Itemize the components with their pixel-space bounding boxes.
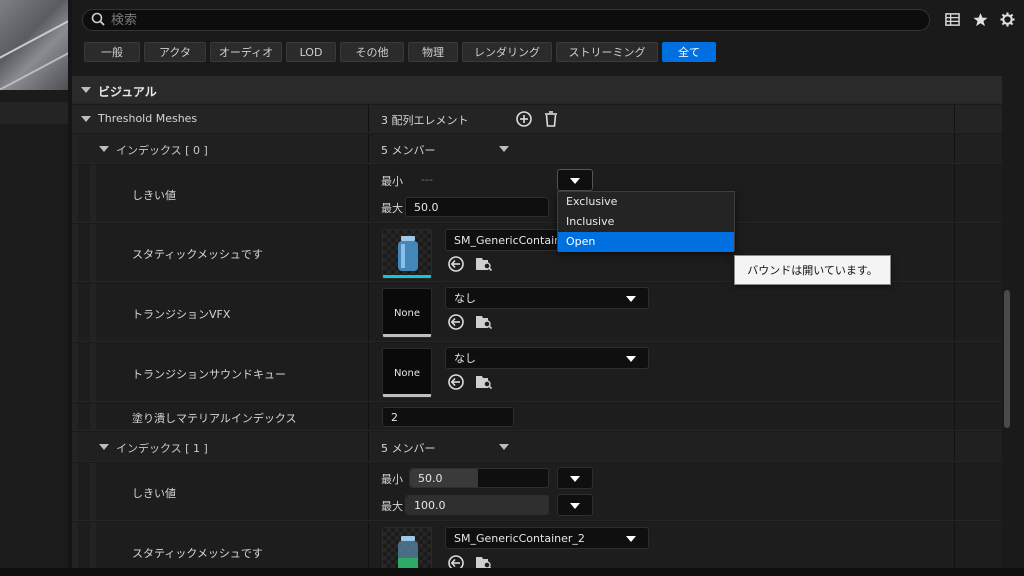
member-count: 5 メンバー xyxy=(381,144,436,157)
search-icon xyxy=(91,12,105,29)
min-value-field[interactable]: 50.0 xyxy=(409,468,549,488)
table-icon[interactable] xyxy=(943,10,961,28)
folder-search-icon[interactable] xyxy=(475,313,493,331)
property-label: しきい値 xyxy=(132,487,176,500)
search-input[interactable] xyxy=(111,12,911,28)
tooltip: バウンドは開いています。 xyxy=(734,255,891,285)
arrow-left-circle-icon[interactable] xyxy=(447,373,465,391)
sound-dropdown[interactable]: なし xyxy=(445,347,649,369)
left-panel-band xyxy=(0,102,68,124)
min-label: 最小 xyxy=(381,175,403,188)
row-fill-material-index-0: 塗り潰しマテリアルインデックス 2 xyxy=(72,403,1002,431)
expand-caret-icon[interactable] xyxy=(81,116,91,122)
menu-item-open[interactable]: Open xyxy=(558,232,734,252)
property-label: Threshold Meshes xyxy=(98,112,198,125)
static-mesh-dropdown[interactable]: SM_GenericContainer xyxy=(445,229,572,251)
filter-all[interactable]: 全て xyxy=(662,42,716,62)
details-panel: 一般 アクタ オーディオ LOD その他 物理 レンダリング ストリーミング 全… xyxy=(72,0,1024,576)
property-label: しきい値 xyxy=(132,189,176,202)
folder-search-icon[interactable] xyxy=(475,255,493,273)
menu-item-exclusive[interactable]: Exclusive xyxy=(558,192,734,212)
mesh-thumbnail[interactable] xyxy=(382,229,432,279)
row-threshold-1: しきい値 最小 50.0 最大 100.0 xyxy=(72,463,1002,521)
bound-type-menu: Exclusive Inclusive Open xyxy=(557,191,735,252)
arrow-left-circle-icon[interactable] xyxy=(447,313,465,331)
filter-actor[interactable]: アクタ xyxy=(144,42,206,62)
row-transition-sound-0: トランジションサウンドキュー None なし xyxy=(72,343,1002,402)
trash-icon[interactable] xyxy=(542,110,560,128)
filter-general[interactable]: 一般 xyxy=(84,42,140,62)
min-bound-dropdown[interactable] xyxy=(557,467,593,489)
static-mesh-dropdown[interactable]: SM_GenericContainer_2 xyxy=(445,527,649,549)
filter-lod[interactable]: LOD xyxy=(286,42,336,62)
member-count: 5 メンバー xyxy=(381,442,436,455)
chevron-down-icon xyxy=(626,356,636,362)
property-label: スタティックメッシュです xyxy=(132,547,263,560)
row-index-1: インデックス [ 1 ] 5 メンバー xyxy=(72,432,1002,462)
category-filters: 一般 アクタ オーディオ LOD その他 物理 レンダリング ストリーミング 全… xyxy=(84,42,716,62)
max-value-field[interactable]: 100.0 xyxy=(405,495,549,515)
viewport-preview xyxy=(0,0,68,90)
property-label: トランジションVFX xyxy=(132,308,231,321)
chevron-down-icon[interactable] xyxy=(499,444,509,450)
folder-search-icon[interactable] xyxy=(475,373,493,391)
max-label: 最大 xyxy=(381,202,403,215)
gear-icon[interactable] xyxy=(998,10,1016,28)
filter-rendering[interactable]: レンダリング xyxy=(462,42,552,62)
fill-material-index-field[interactable]: 2 xyxy=(382,407,514,427)
property-label: 塗り潰しマテリアルインデックス xyxy=(132,412,297,425)
index-label: インデックス [ 0 ] xyxy=(116,144,208,157)
vfx-dropdown[interactable]: なし xyxy=(445,287,649,309)
max-bound-dropdown[interactable] xyxy=(557,494,593,516)
bottom-bar xyxy=(0,568,1024,576)
index-label: インデックス [ 1 ] xyxy=(116,442,208,455)
filter-physics[interactable]: 物理 xyxy=(408,42,458,62)
vfx-thumbnail[interactable]: None xyxy=(382,288,432,338)
chevron-down-icon xyxy=(626,536,636,542)
vertical-scrollbar[interactable] xyxy=(1004,290,1010,428)
chevron-down-icon xyxy=(570,178,580,184)
plus-circle-icon[interactable] xyxy=(515,110,533,128)
row-index-0: インデックス [ 0 ] 5 メンバー xyxy=(72,134,1002,164)
menu-item-inclusive[interactable]: Inclusive xyxy=(558,212,734,232)
sound-thumbnail[interactable]: None xyxy=(382,348,432,398)
chevron-down-icon xyxy=(626,296,636,302)
star-icon[interactable] xyxy=(971,10,989,28)
property-label: スタティックメッシュです xyxy=(132,248,263,261)
expand-caret-icon[interactable] xyxy=(81,87,91,93)
min-label: 最小 xyxy=(381,473,403,486)
array-count: 3 配列エレメント xyxy=(381,114,469,127)
min-bound-dropdown[interactable] xyxy=(557,169,593,191)
property-label: トランジションサウンドキュー xyxy=(132,368,286,381)
row-threshold-meshes: Threshold Meshes 3 配列エレメント xyxy=(72,105,1002,133)
filter-other[interactable]: その他 xyxy=(340,42,404,62)
max-value-field[interactable]: 50.0 xyxy=(405,197,549,217)
search-bar xyxy=(82,9,930,31)
chevron-down-icon[interactable] xyxy=(499,146,509,152)
chevron-down-icon xyxy=(570,476,580,482)
min-value[interactable]: --- xyxy=(421,173,433,186)
max-label: 最大 xyxy=(381,500,403,513)
expand-caret-icon[interactable] xyxy=(99,444,109,450)
arrow-left-circle-icon[interactable] xyxy=(447,255,465,273)
category-visual[interactable]: ビジュアル xyxy=(72,76,1002,104)
chevron-down-icon xyxy=(570,503,580,509)
filter-audio[interactable]: オーディオ xyxy=(210,42,282,62)
filter-streaming[interactable]: ストリーミング xyxy=(556,42,658,62)
row-transition-vfx-0: トランジションVFX None なし xyxy=(72,283,1002,342)
row-threshold-0: しきい値 最小 --- 最大 50.0 xyxy=(72,165,1002,223)
expand-caret-icon[interactable] xyxy=(99,146,109,152)
left-panel xyxy=(0,90,68,576)
category-label: ビジュアル xyxy=(98,85,157,99)
